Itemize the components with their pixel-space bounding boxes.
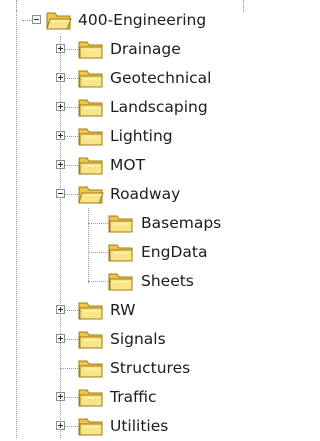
tree-node-label: Lighting: [110, 127, 173, 145]
expand-toggle[interactable]: [56, 102, 65, 111]
folder-open-icon: [46, 12, 72, 30]
folder-icon: [78, 41, 103, 59]
folder-icon: [108, 273, 133, 291]
folder-icon: [78, 389, 103, 407]
tree-node[interactable]: Sheets: [0, 267, 250, 296]
tree-node-label: Roadway: [110, 185, 181, 203]
expand-toggle[interactable]: [56, 73, 65, 82]
collapse-toggle[interactable]: [56, 189, 65, 198]
folder-icon: [78, 331, 103, 349]
folder-tree: 400-Engineering Drainage Geotechnical Land…: [0, 0, 250, 438]
tree-node[interactable]: Geotechnical: [0, 64, 250, 93]
tree-node-label: MOT: [110, 156, 146, 174]
expand-toggle[interactable]: [56, 421, 65, 430]
folder-icon: [78, 360, 103, 378]
tree-node[interactable]: Signals: [0, 325, 250, 354]
tree-node[interactable]: Drainage: [0, 35, 250, 64]
tree-node[interactable]: Basemaps: [0, 209, 250, 238]
tree-node[interactable]: RW: [0, 296, 250, 325]
tree-node[interactable]: MOT: [0, 151, 250, 180]
folder-icon: [78, 157, 103, 175]
tree-node[interactable]: Lighting: [0, 122, 250, 151]
tree-node[interactable]: EngData: [0, 238, 250, 267]
tree-node[interactable]: Structures: [0, 354, 250, 383]
tree-node-label: Structures: [110, 359, 191, 377]
folder-icon: [108, 215, 133, 233]
tree-node[interactable]: Utilities: [0, 412, 250, 441]
expand-toggle[interactable]: [56, 305, 65, 314]
folder-icon: [78, 70, 103, 88]
tree-connector: [88, 223, 110, 224]
tree-node-root[interactable]: 400-Engineering: [0, 6, 250, 35]
tree-node-label: Drainage: [110, 40, 181, 58]
folder-icon: [78, 99, 103, 117]
tree-node-label: Utilities: [110, 417, 169, 435]
tree-node-label: 400-Engineering: [78, 11, 207, 29]
tree-connector: [60, 368, 80, 369]
tree-node-label: RW: [110, 301, 136, 319]
tree-node-label: EngData: [141, 243, 208, 261]
expand-toggle[interactable]: [56, 44, 65, 53]
tree-node-label: Geotechnical: [110, 69, 212, 87]
expand-toggle[interactable]: [56, 334, 65, 343]
tree-node-label: Landscaping: [110, 98, 208, 116]
expand-toggle[interactable]: [56, 160, 65, 169]
tree-node-label: Traffic: [110, 388, 157, 406]
tree-node-label: Basemaps: [141, 214, 222, 232]
folder-icon: [78, 302, 103, 320]
folder-open-icon: [78, 186, 104, 204]
tree-node[interactable]: Traffic: [0, 383, 250, 412]
expand-toggle[interactable]: [56, 392, 65, 401]
expand-toggle[interactable]: [56, 131, 65, 140]
folder-icon: [78, 418, 103, 436]
tree-node[interactable]: Roadway: [0, 180, 250, 209]
collapse-toggle[interactable]: [32, 15, 41, 24]
tree-connector: [88, 252, 110, 253]
tree-connector: [88, 281, 110, 282]
tree-node-label: Signals: [110, 330, 166, 348]
folder-icon: [78, 128, 103, 146]
tree-node[interactable]: Landscaping: [0, 93, 250, 122]
tree-node-label: Sheets: [141, 272, 194, 290]
folder-icon: [108, 244, 133, 262]
